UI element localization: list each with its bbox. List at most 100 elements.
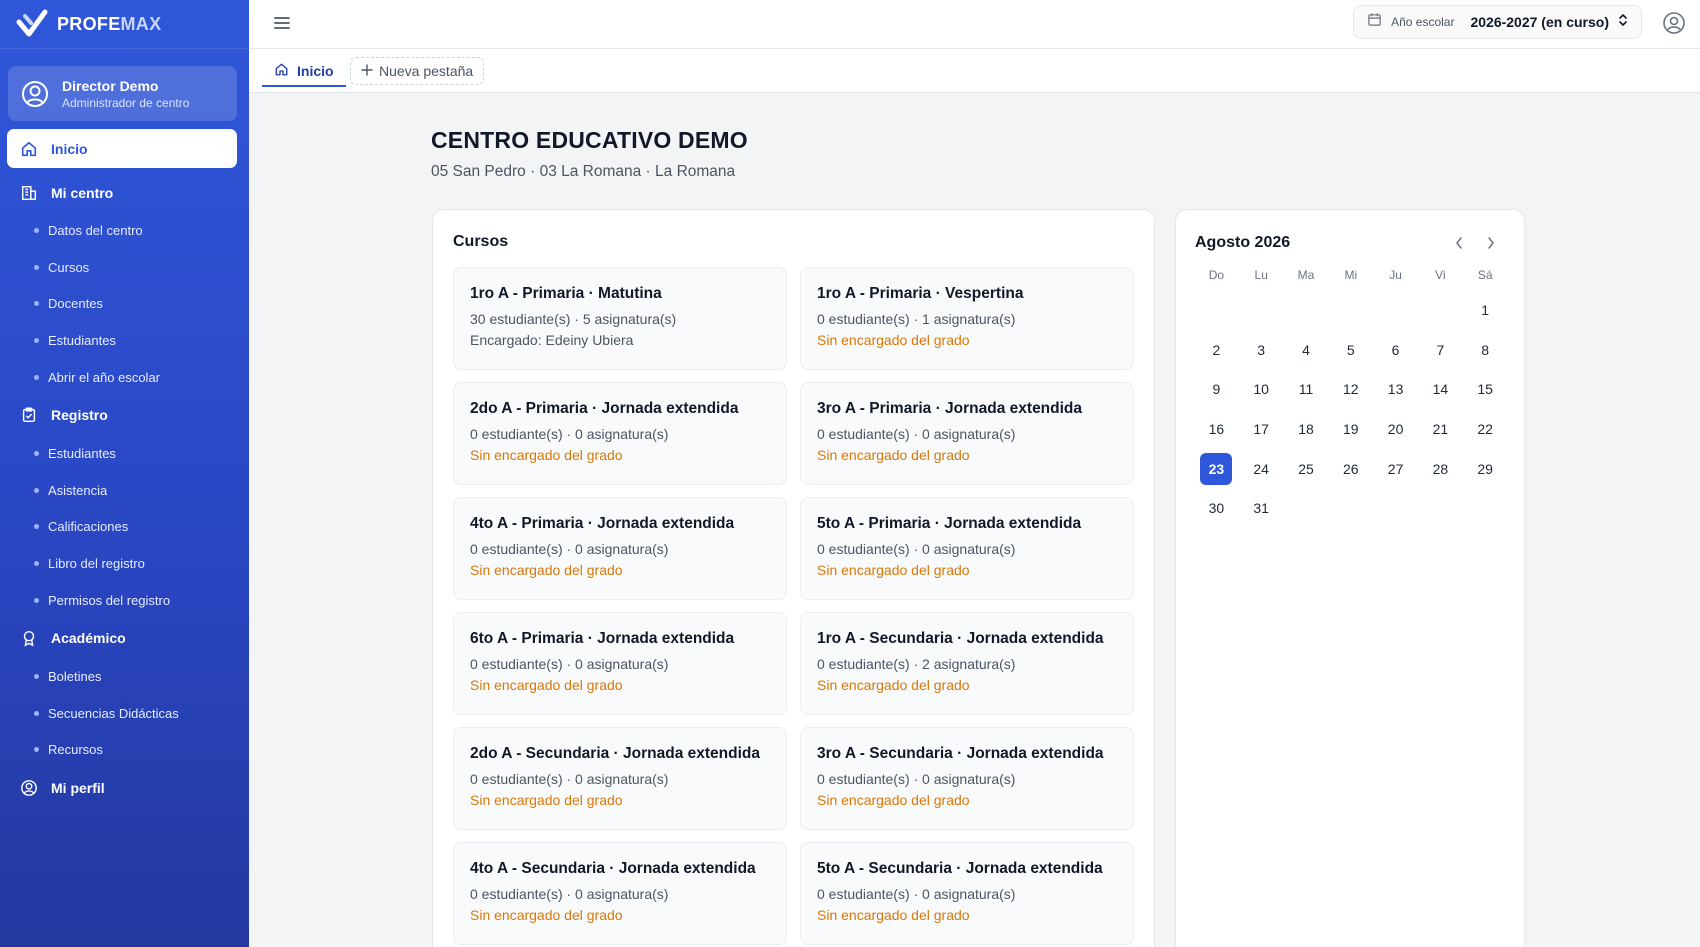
building-icon bbox=[19, 183, 39, 203]
chevron-left-icon[interactable] bbox=[1449, 234, 1469, 252]
course-card[interactable]: 6to A - Primaria · Jornada extendida 0 es… bbox=[453, 612, 787, 715]
calendar-month-title: Agosto 2026 bbox=[1195, 234, 1291, 251]
calendar-day-today[interactable]: 23 bbox=[1194, 449, 1239, 489]
weekday-label: Ju bbox=[1389, 268, 1402, 282]
course-card[interactable]: 3ro A - Primaria · Jornada extendida 0 es… bbox=[800, 382, 1134, 485]
course-name: 1ro A - Secundaria · Jornada extendida bbox=[817, 630, 1104, 647]
calendar-day[interactable]: 27 bbox=[1373, 449, 1418, 489]
brand[interactable]: PROFEMAX bbox=[0, 0, 249, 49]
profile-icon[interactable] bbox=[1661, 10, 1687, 36]
nav-cursos[interactable]: Cursos bbox=[0, 249, 249, 286]
nav-secuencias-didacticas[interactable]: Secuencias Didácticas bbox=[0, 695, 249, 732]
course-name: 1ro A - Primaria · Vespertina bbox=[817, 285, 1024, 302]
calendar-day[interactable]: 31 bbox=[1239, 488, 1284, 528]
calendar-day[interactable]: 4 bbox=[1284, 330, 1329, 370]
calendar-day[interactable]: 11 bbox=[1284, 369, 1329, 409]
nav-registro-estudiantes[interactable]: Estudiantes bbox=[0, 435, 249, 472]
calendar-day[interactable]: 29 bbox=[1463, 449, 1508, 489]
nav-mi-perfil[interactable]: Mi perfil bbox=[7, 768, 237, 807]
nav-estudiantes[interactable]: Estudiantes bbox=[0, 322, 249, 359]
nav-asistencia[interactable]: Asistencia bbox=[0, 472, 249, 509]
course-card[interactable]: 1ro A - Secundaria · Jornada extendida 0 … bbox=[800, 612, 1134, 715]
course-card[interactable]: 2do A - Primaria · Jornada extendida 0 es… bbox=[453, 382, 787, 485]
calendar-day[interactable]: 12 bbox=[1328, 369, 1373, 409]
nav-inicio[interactable]: Inicio bbox=[7, 129, 237, 168]
calendar-day[interactable]: 8 bbox=[1463, 330, 1508, 370]
calendar-day[interactable]: 30 bbox=[1194, 488, 1239, 528]
calendar-day[interactable]: 21 bbox=[1418, 409, 1463, 449]
clipboard-check-icon bbox=[19, 405, 39, 425]
calendar-empty-cell bbox=[1328, 290, 1373, 330]
calendar-day[interactable]: 19 bbox=[1328, 409, 1373, 449]
user-name: Director Demo bbox=[62, 77, 159, 94]
nav-mi-centro[interactable]: Mi centro bbox=[7, 173, 237, 212]
nav-academico[interactable]: Académico bbox=[7, 619, 237, 658]
home-icon bbox=[19, 139, 39, 159]
topbar: Año escolar 2026-2027 (en curso) bbox=[249, 0, 1700, 49]
course-stats: 0 estudiante(s) · 0 asignatura(s) bbox=[470, 426, 669, 442]
calendar-day[interactable]: 16 bbox=[1194, 409, 1239, 449]
calendar-day[interactable]: 15 bbox=[1463, 369, 1508, 409]
nav-abrir-ano-escolar[interactable]: Abrir el año escolar bbox=[0, 359, 249, 396]
nav-docentes[interactable]: Docentes bbox=[0, 286, 249, 323]
page-title: CENTRO EDUCATIVO DEMO bbox=[431, 127, 748, 153]
user-card[interactable]: Director Demo Administrador de centro bbox=[8, 66, 237, 121]
nav-recursos[interactable]: Recursos bbox=[0, 732, 249, 769]
calendar-day[interactable]: 20 bbox=[1373, 409, 1418, 449]
award-icon bbox=[19, 628, 39, 648]
course-card[interactable]: 4to A - Secundaria · Jornada extendida 0 … bbox=[453, 842, 787, 945]
calendar-day[interactable]: 28 bbox=[1418, 449, 1463, 489]
course-name: 4to A - Secundaria · Jornada extendida bbox=[470, 860, 756, 877]
course-teacher: Sin encargado del grado bbox=[817, 677, 970, 693]
nav-datos-del-centro[interactable]: Datos del centro bbox=[0, 212, 249, 249]
course-teacher: Encargado: Edeiny Ubiera bbox=[470, 332, 634, 348]
course-card[interactable]: 1ro A - Primaria · Matutina 30 estudiante… bbox=[453, 267, 787, 370]
nav-calificaciones[interactable]: Calificaciones bbox=[0, 509, 249, 546]
course-card[interactable]: 5to A - Primaria · Jornada extendida 0 es… bbox=[800, 497, 1134, 600]
calendar-day[interactable]: 25 bbox=[1284, 449, 1329, 489]
user-circle-icon bbox=[19, 778, 39, 798]
calendar-day[interactable]: 13 bbox=[1373, 369, 1418, 409]
calendar-day[interactable]: 6 bbox=[1373, 330, 1418, 370]
calendar-day[interactable]: 17 bbox=[1239, 409, 1284, 449]
calendar-day[interactable]: 10 bbox=[1239, 369, 1284, 409]
calendar-day[interactable]: 26 bbox=[1328, 449, 1373, 489]
course-name: 3ro A - Primaria · Jornada extendida bbox=[817, 400, 1083, 417]
nav-boletines[interactable]: Boletines bbox=[0, 658, 249, 695]
calendar-day[interactable]: 3 bbox=[1239, 330, 1284, 370]
course-card[interactable]: 3ro A - Secundaria · Jornada extendida 0 … bbox=[800, 727, 1134, 830]
menu-toggle-icon[interactable] bbox=[272, 13, 292, 33]
course-card[interactable]: 1ro A - Primaria · Vespertina 0 estudiant… bbox=[800, 267, 1134, 370]
calendar-day[interactable]: 2 bbox=[1194, 330, 1239, 370]
weekday-label: Lu bbox=[1254, 268, 1268, 282]
course-card[interactable]: 5to A - Secundaria · Jornada extendida 0 … bbox=[800, 842, 1134, 945]
school-year-label: Año escolar bbox=[1391, 15, 1455, 29]
nav-libro-del-registro[interactable]: Libro del registro bbox=[0, 545, 249, 582]
weekday-label: Ma bbox=[1297, 268, 1315, 282]
calendar-day[interactable]: 5 bbox=[1328, 330, 1373, 370]
course-teacher: Sin encargado del grado bbox=[817, 447, 970, 463]
calendar-day[interactable]: 7 bbox=[1418, 330, 1463, 370]
course-grid: 1ro A - Primaria · Matutina 30 estudiante… bbox=[453, 267, 1135, 945]
calendar-day[interactable]: 14 bbox=[1418, 369, 1463, 409]
course-card[interactable]: 4to A - Primaria · Jornada extendida 0 es… bbox=[453, 497, 787, 600]
course-teacher: Sin encargado del grado bbox=[817, 907, 970, 923]
course-name: 6to A - Primaria · Jornada extendida bbox=[470, 630, 735, 647]
calendar-day[interactable]: 18 bbox=[1284, 409, 1329, 449]
course-stats: 0 estudiante(s) · 0 asignatura(s) bbox=[817, 541, 1016, 557]
calendar-day[interactable]: 24 bbox=[1239, 449, 1284, 489]
tab-inicio[interactable]: Inicio bbox=[262, 57, 346, 87]
nav-permisos-del-registro[interactable]: Permisos del registro bbox=[0, 582, 249, 619]
calendar-day[interactable]: 22 bbox=[1463, 409, 1508, 449]
school-year-select[interactable]: Año escolar 2026-2027 (en curso) bbox=[1353, 5, 1642, 39]
main-content: CENTRO EDUCATIVO DEMO 05 San Pedro · 03 … bbox=[249, 93, 1700, 947]
new-tab-button[interactable]: Nueva pestaña bbox=[350, 57, 485, 85]
calendar-empty-cell bbox=[1284, 290, 1329, 330]
calendar-empty-cell bbox=[1194, 290, 1239, 330]
calendar-day[interactable]: 9 bbox=[1194, 369, 1239, 409]
chevron-right-icon[interactable] bbox=[1481, 234, 1501, 252]
nav-registro[interactable]: Registro bbox=[7, 396, 237, 435]
course-card[interactable]: 2do A - Secundaria · Jornada extendida 0 … bbox=[453, 727, 787, 830]
calendar-day[interactable]: 1 bbox=[1463, 290, 1508, 330]
course-teacher: Sin encargado del grado bbox=[470, 447, 623, 463]
